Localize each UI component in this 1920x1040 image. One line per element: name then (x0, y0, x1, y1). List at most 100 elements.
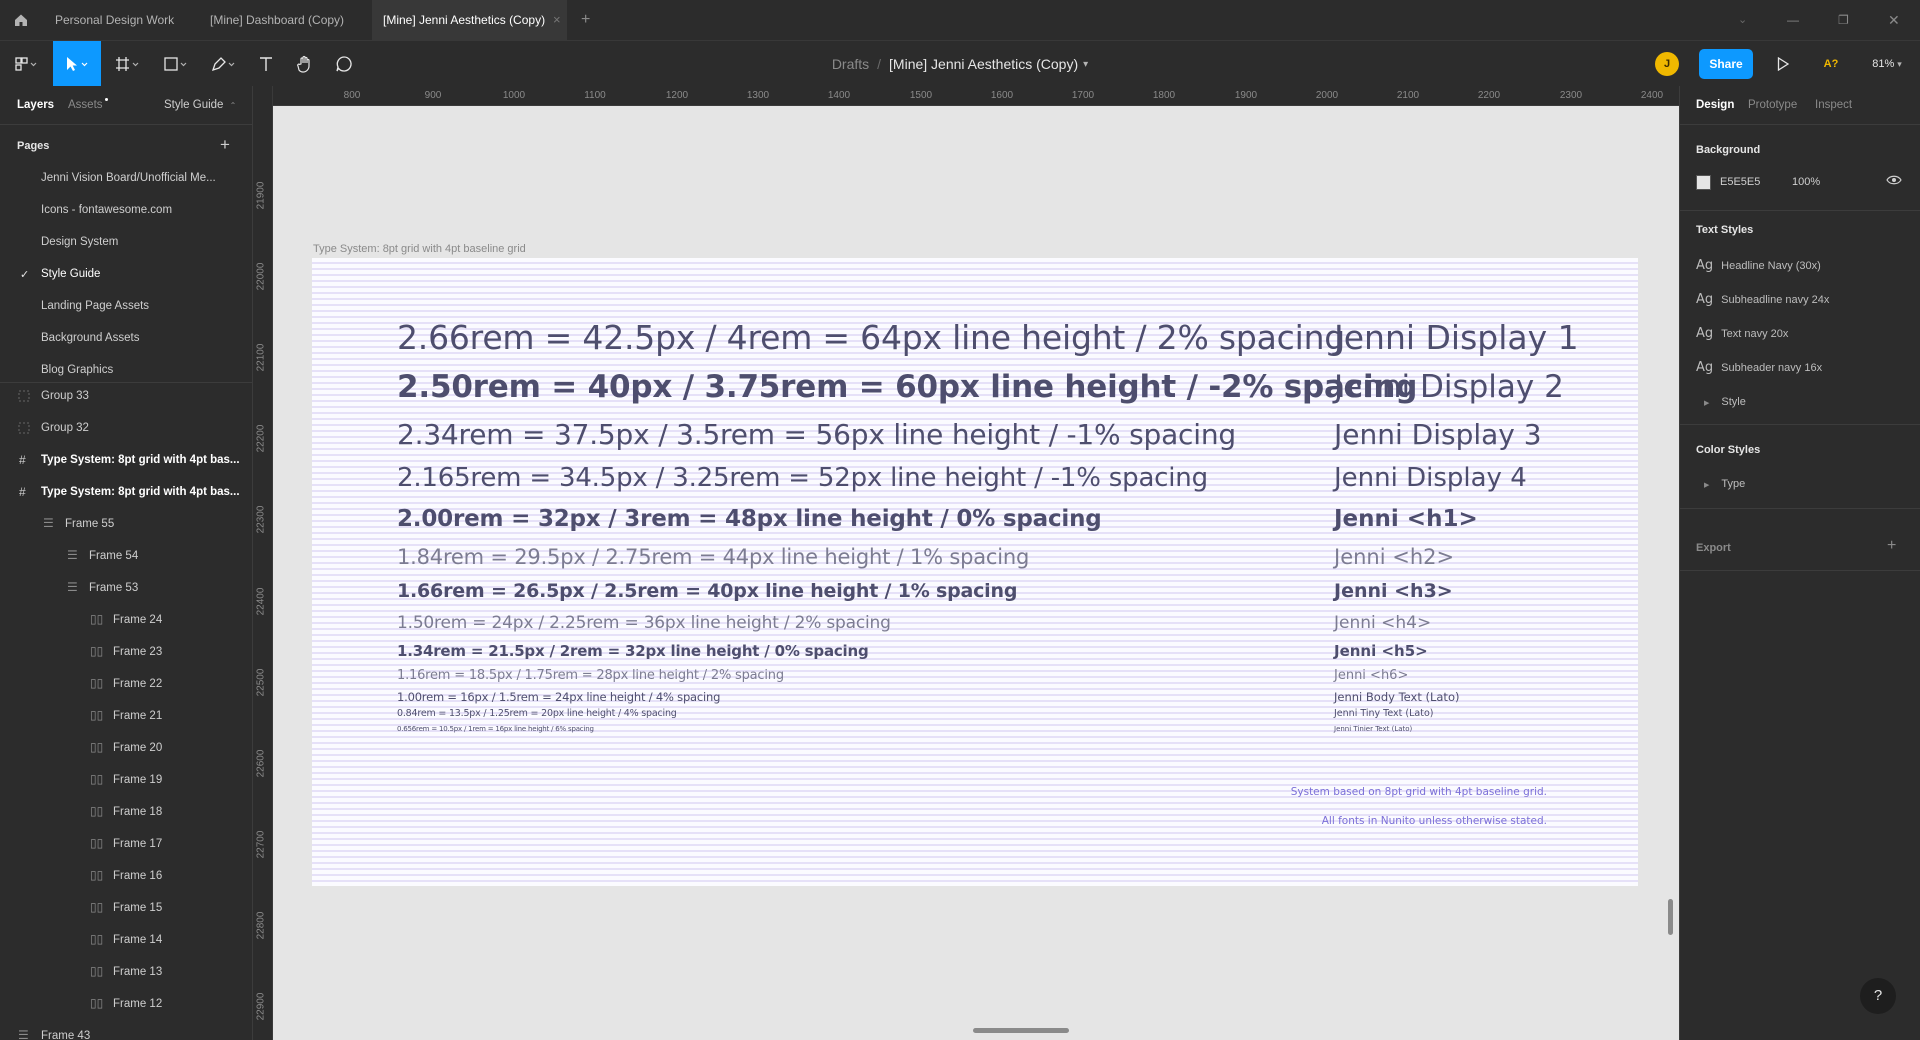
color-styles-title: Color Styles (1696, 444, 1761, 456)
close-window-icon[interactable]: ✕ (1888, 0, 1900, 40)
columns-icon: ▯▯ (90, 708, 104, 722)
text-style-icon: Ag (1696, 258, 1714, 273)
canvas[interactable]: 800 900 1000 1100 1200 1300 1400 1500 16… (253, 86, 1679, 1040)
accessibility-badge[interactable]: A? (1819, 41, 1843, 87)
bg-color-swatch[interactable] (1696, 175, 1711, 190)
columns-icon: ▯▯ (90, 612, 104, 626)
vertical-scrollbar[interactable] (1668, 899, 1673, 935)
group-icon (18, 390, 30, 405)
properties-panel: Design Prototype Inspect Background E5E5… (1679, 86, 1920, 1040)
tab-prototype[interactable]: Prototype (1748, 99, 1797, 111)
frame-label[interactable]: Type System: 8pt grid with 4pt baseline … (313, 243, 526, 255)
chevron-down-icon[interactable]: ⌄ (1738, 0, 1747, 40)
add-export-icon[interactable]: + (1887, 537, 1896, 555)
main-menu-icon[interactable] (8, 41, 44, 87)
help-button[interactable]: ? (1860, 978, 1896, 1014)
text-style-item[interactable]: Ag Headline Navy (30x) (1696, 258, 1821, 273)
bg-opacity-input[interactable]: 100% (1792, 176, 1820, 188)
color-group[interactable]: ▶ Type (1704, 478, 1745, 490)
layer-frame-55[interactable]: Frame 55 (65, 518, 114, 530)
layer-frame-43[interactable]: Frame 43 (41, 1030, 90, 1040)
chevron-down-icon[interactable]: ▾ (1083, 59, 1088, 70)
bg-hex-input[interactable]: E5E5E5 (1720, 176, 1760, 188)
ruler-tick: 1000 (502, 90, 526, 101)
tab-layers[interactable]: Layers (17, 99, 54, 111)
layer-frame[interactable]: Frame 13 (113, 966, 162, 978)
group-icon (18, 422, 30, 437)
share-button[interactable]: Share (1699, 49, 1753, 79)
layer-frame[interactable]: Frame 20 (113, 742, 162, 754)
pen-tool-icon[interactable] (206, 41, 242, 87)
export-title: Export (1696, 542, 1731, 554)
text-tool-icon[interactable] (252, 41, 280, 87)
type-spec-h3: 1.66rem = 26.5px / 2.5rem = 40px line he… (397, 580, 1018, 602)
layer-frame[interactable]: Frame 21 (113, 710, 162, 722)
text-style-item[interactable]: Ag Subheadline navy 24x (1696, 292, 1829, 307)
page-item[interactable]: Background Assets (41, 332, 139, 344)
zoom-dropdown[interactable]: 81% ▾ (1862, 41, 1912, 87)
breadcrumb-drafts[interactable]: Drafts (832, 56, 869, 72)
eye-icon[interactable] (1886, 174, 1902, 189)
chevron-up-icon: ⌃ (229, 101, 237, 110)
frame-tool-icon[interactable] (110, 41, 146, 87)
columns-icon: ▯▯ (90, 804, 104, 818)
layer-frame[interactable]: Frame 17 (113, 838, 162, 850)
layer-frame[interactable]: Frame 22 (113, 678, 162, 690)
new-tab-icon[interactable]: + (581, 0, 590, 40)
layer-group-33[interactable]: Group 33 (41, 390, 89, 402)
layer-frame[interactable]: Frame 12 (113, 998, 162, 1010)
page-item[interactable]: Design System (41, 236, 118, 248)
type-spec-h1: 2.00rem = 32px / 3rem = 48px line height… (397, 506, 1102, 532)
tab-personal-design-work[interactable]: Personal Design Work (55, 0, 174, 40)
layer-frame[interactable]: Frame 16 (113, 870, 162, 882)
restore-icon[interactable]: ❐ (1838, 0, 1849, 40)
tab-assets[interactable]: Assets (68, 98, 108, 111)
layer-type-system[interactable]: Type System: 8pt grid with 4pt bas... (41, 486, 240, 498)
minimize-icon[interactable]: — (1787, 0, 1799, 40)
file-title[interactable]: [Mine] Jenni Aesthetics (Copy) (889, 56, 1078, 72)
layer-frame[interactable]: Frame 23 (113, 646, 162, 658)
layer-frame-54[interactable]: Frame 54 (89, 550, 138, 562)
layer-frame[interactable]: Frame 18 (113, 806, 162, 818)
home-icon[interactable] (10, 0, 32, 40)
layer-frame[interactable]: Frame 14 (113, 934, 162, 946)
pages-title: Pages (17, 140, 50, 152)
ruler-tick: 22800 (255, 911, 267, 940)
layer-frame[interactable]: Frame 15 (113, 902, 162, 914)
layer-frame-53[interactable]: Frame 53 (89, 582, 138, 594)
type-system-frame[interactable]: 2.66rem = 42.5px / 4rem = 64px line heig… (312, 258, 1638, 886)
ruler-tick: 22300 (255, 505, 267, 534)
avatar[interactable]: J (1655, 52, 1679, 76)
style-group[interactable]: ▶ Style (1704, 396, 1746, 408)
page-dropdown-label: Style Guide (164, 99, 224, 111)
move-tool-icon[interactable] (53, 41, 101, 87)
page-item[interactable]: Jenni Vision Board/Unofficial Me... (41, 172, 216, 184)
layer-frame[interactable]: Frame 19 (113, 774, 162, 786)
page-item[interactable]: Landing Page Assets (41, 300, 149, 312)
ruler-tick: 2300 (1559, 90, 1583, 101)
add-page-icon[interactable]: + (220, 135, 230, 155)
page-item[interactable]: Blog Graphics (41, 364, 113, 376)
style-name-h6: Jenni <h6> (1334, 668, 1409, 683)
page-dropdown[interactable]: Style Guide ⌃ (164, 99, 236, 111)
layer-group-32[interactable]: Group 32 (41, 422, 89, 434)
text-style-item[interactable]: Ag Text navy 20x (1696, 326, 1788, 341)
text-style-item[interactable]: Ag Subheader navy 16x (1696, 360, 1822, 375)
present-icon[interactable] (1771, 41, 1795, 87)
horizontal-scrollbar[interactable] (973, 1028, 1069, 1033)
type-spec-display-2: 2.50rem = 40px / 3.75rem = 60px line hei… (397, 369, 1418, 405)
layer-frame[interactable]: Frame 24 (113, 614, 162, 626)
hand-tool-icon[interactable] (291, 41, 319, 87)
page-item-selected[interactable]: Style Guide (41, 268, 100, 280)
page-item[interactable]: Icons - fontawesome.com (41, 204, 172, 216)
tab-dashboard-copy[interactable]: [Mine] Dashboard (Copy) (210, 0, 344, 40)
comment-tool-icon[interactable] (330, 41, 358, 87)
tab-inspect[interactable]: Inspect (1815, 99, 1852, 111)
close-tab-icon[interactable]: × (553, 0, 561, 40)
text-style-label: Headline Navy (30x) (1721, 260, 1821, 272)
layer-type-system[interactable]: Type System: 8pt grid with 4pt bas... (41, 454, 240, 466)
tab-jenni-aesthetics[interactable]: [Mine] Jenni Aesthetics (Copy) × (372, 0, 567, 40)
shape-tool-icon[interactable] (158, 41, 194, 87)
tab-design[interactable]: Design (1696, 99, 1734, 111)
text-style-icon: Ag (1696, 326, 1714, 341)
